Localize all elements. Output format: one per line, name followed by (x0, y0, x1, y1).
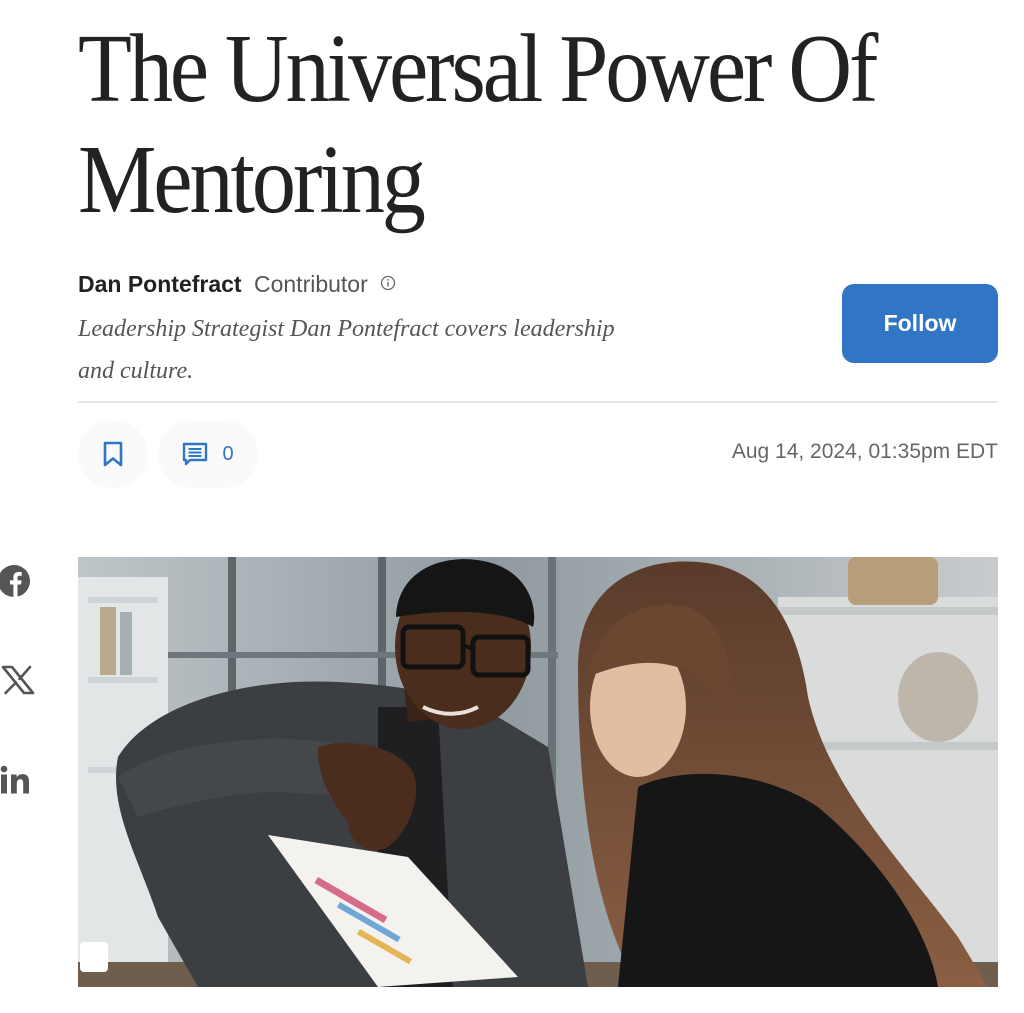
article-title-line-1: The Universal Power Of (78, 15, 878, 123)
author-role: Contributor (253, 271, 368, 297)
publish-date: Aug 14, 2024, 01:35pm EDT (731, 440, 998, 463)
hero-photo-illustration (78, 557, 998, 987)
author-name-link[interactable]: Dan Pontefract (78, 271, 242, 297)
linkedin-icon[interactable] (0, 762, 34, 798)
hero-image (78, 557, 998, 987)
byline: Dan Pontefract Contributor (78, 268, 396, 299)
bookmark-icon (103, 441, 123, 467)
author-bio: Leadership Strategist Dan Pontefract cov… (78, 316, 615, 384)
x-icon[interactable] (0, 662, 36, 698)
image-caption-fragment (78, 1005, 218, 1013)
follow-button[interactable]: Follow (842, 284, 998, 363)
info-icon[interactable] (380, 268, 396, 298)
divider (78, 401, 998, 403)
article-title-line-2: Mentoring (78, 126, 426, 234)
comments-button[interactable]: 0 (158, 420, 258, 488)
comment-count: 0 (222, 442, 234, 465)
article-title: The Universal Power Of Mentoring (78, 14, 906, 236)
facebook-icon[interactable] (0, 563, 34, 599)
comment-icon (183, 442, 208, 466)
save-article-button[interactable] (78, 420, 148, 488)
